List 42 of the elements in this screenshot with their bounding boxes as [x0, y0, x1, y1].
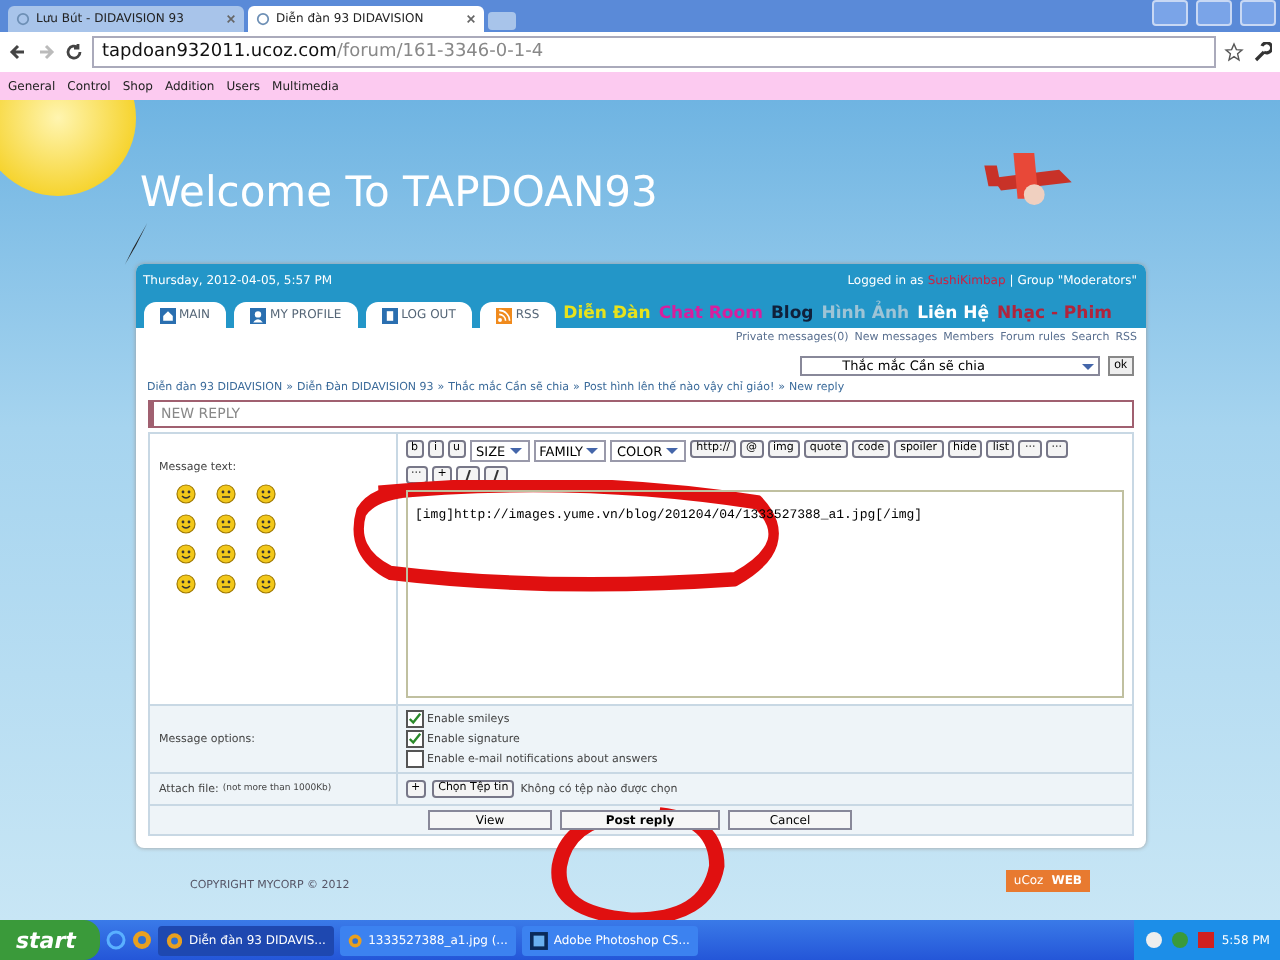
door-icon — [381, 307, 398, 323]
app-icon — [529, 931, 548, 949]
caret-icon — [509, 448, 522, 454]
smiley-icon[interactable] — [175, 574, 195, 594]
smiley-icon[interactable] — [215, 574, 235, 594]
close-icon[interactable] — [226, 14, 236, 24]
smiley-icon[interactable] — [215, 544, 235, 564]
slash-icon — [462, 469, 475, 481]
smiley-icon[interactable] — [175, 514, 195, 534]
rss-icon — [495, 307, 512, 323]
page-icon — [256, 12, 270, 26]
checkbox[interactable] — [405, 710, 423, 728]
tray-icon[interactable] — [1143, 930, 1164, 950]
person-icon — [250, 307, 267, 323]
smiley-icon[interactable] — [175, 544, 195, 564]
close-icon[interactable] — [466, 14, 476, 24]
reload-icon[interactable] — [64, 42, 84, 62]
slash-icon — [490, 469, 503, 481]
smiley-icon[interactable] — [215, 484, 235, 504]
wrench-icon[interactable] — [1252, 42, 1272, 62]
browser-icon[interactable] — [131, 930, 152, 950]
star-icon[interactable] — [1224, 42, 1244, 62]
smiley-icon[interactable] — [215, 514, 235, 534]
address-field[interactable]: tapdoan932011.ucoz.com/forum/161-3346-0-1-4 — [92, 36, 1216, 68]
smiley-icon[interactable] — [255, 574, 275, 594]
home-icon — [159, 307, 175, 323]
site-title: Welcome To TAPDOAN93 — [140, 168, 658, 220]
page-icon — [16, 12, 30, 26]
smiley-icon[interactable] — [255, 484, 275, 504]
back-icon[interactable] — [8, 42, 28, 62]
start-button[interactable]: start — [0, 920, 100, 960]
caret-icon — [1082, 363, 1095, 369]
checkbox[interactable] — [405, 750, 423, 768]
checkbox[interactable] — [405, 730, 423, 748]
nav-link[interactable]: Blog — [770, 304, 814, 324]
smiley-icon[interactable] — [255, 544, 275, 564]
smiley-icon[interactable] — [175, 484, 195, 504]
caret-icon — [666, 448, 679, 454]
browser-icon — [347, 931, 363, 949]
browser-icon — [165, 931, 183, 949]
caret-icon — [586, 448, 599, 454]
smiley-icon[interactable] — [255, 514, 275, 534]
